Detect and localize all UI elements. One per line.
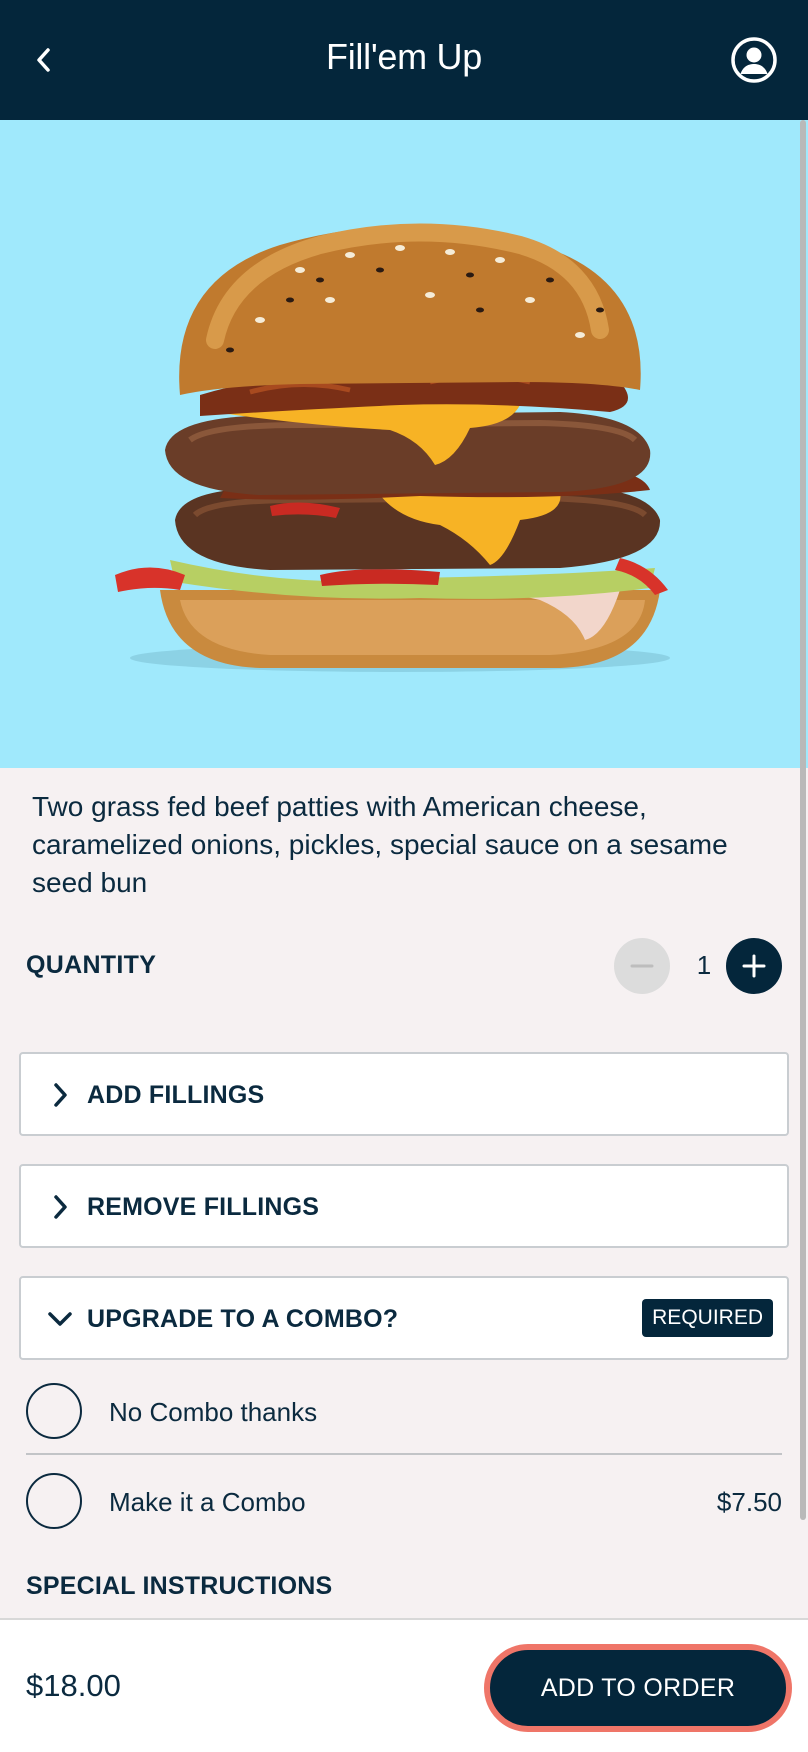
remove-fillings-section[interactable]: REMOVE FILLINGS: [19, 1164, 789, 1248]
quantity-value: 1: [696, 950, 712, 980]
decrease-quantity-button[interactable]: [614, 938, 670, 994]
chevron-right-icon: [43, 1190, 77, 1224]
make-combo-price: $7.50: [716, 1487, 782, 1517]
burger-image: [115, 223, 670, 672]
user-circle-icon: [731, 37, 777, 83]
no-combo-option[interactable]: No Combo thanks: [26, 1373, 782, 1453]
chevron-right-icon: [43, 1078, 77, 1112]
make-combo-label: Make it a Combo: [109, 1487, 306, 1517]
plus-icon: [742, 954, 766, 978]
no-combo-radio[interactable]: [26, 1383, 82, 1439]
add-fillings-label: ADD FILLINGS: [87, 1081, 265, 1109]
app-header: Fill'em Up: [0, 0, 808, 120]
combo-section[interactable]: UPGRADE TO A COMBO? REQUIRED: [19, 1276, 789, 1360]
quantity-label: QUANTITY: [26, 951, 157, 979]
product-image: [0, 120, 808, 768]
scrollbar[interactable]: [800, 120, 806, 1520]
order-footer: $18.00 ADD TO ORDER: [0, 1618, 808, 1752]
make-combo-option[interactable]: Make it a Combo $7.50: [26, 1463, 782, 1543]
account-button[interactable]: [730, 36, 778, 84]
option-divider: [26, 1453, 782, 1455]
combo-label: UPGRADE TO A COMBO?: [87, 1305, 399, 1333]
remove-fillings-label: REMOVE FILLINGS: [87, 1193, 320, 1221]
minus-icon: [630, 964, 654, 968]
special-instructions-label: SPECIAL INSTRUCTIONS: [26, 1572, 333, 1600]
required-badge: REQUIRED: [642, 1299, 773, 1337]
add-to-order-button[interactable]: ADD TO ORDER: [484, 1644, 792, 1732]
increase-quantity-button[interactable]: [726, 938, 782, 994]
add-fillings-section[interactable]: ADD FILLINGS: [19, 1052, 789, 1136]
order-total: $18.00: [26, 1668, 121, 1703]
no-combo-label: No Combo thanks: [109, 1397, 318, 1427]
chevron-down-icon: [43, 1302, 77, 1336]
page-title: Fill'em Up: [326, 36, 482, 77]
make-combo-radio[interactable]: [26, 1473, 82, 1529]
product-description: Two grass fed beef patties with American…: [32, 791, 728, 898]
quantity-stepper: QUANTITY 1: [26, 935, 782, 995]
